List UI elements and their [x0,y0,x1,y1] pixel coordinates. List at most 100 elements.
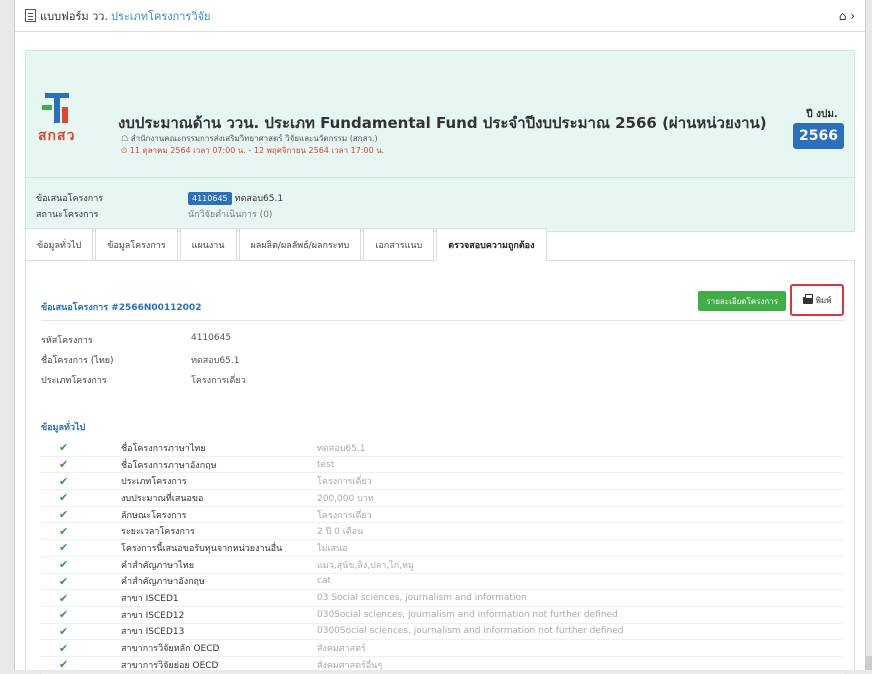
section-title: ข้อมูลทั่วไป [41,420,85,434]
check-icon: ✔ [41,491,121,504]
check-value: 0300Social sciences, journalism and info… [317,626,624,636]
check-label: งบประมาณที่เสนอขอ [121,491,317,505]
tab-general[interactable]: ข้อมูลทั่วไป [25,228,93,260]
fiscal-year-label: ปี งปม. [804,107,840,122]
scrollbar-corner[interactable] [866,656,872,670]
check-value: โครงการเดี่ยว [317,474,372,488]
print-label: พิมพ์ [816,294,832,307]
proposal-id-badge: 4110645 [188,192,232,205]
project-header: สกสว งบประมาณด้าน ววน. ประเภท Fundamenta… [25,50,855,232]
check-label: สาขาการวิจัยหลัก OECD [121,641,317,655]
status-label: สถานะโครงการ [36,207,188,221]
check-row: ✔ประเภทโครงการโครงการเดี่ยว [41,473,844,490]
tab-bar: ข้อมูลทั่วไป ข้อมูลโครงการ แผนงาน ผลผลิต… [25,228,855,261]
check-label: ชื่อโครงการภาษาอังกฤษ [121,458,317,472]
printer-icon [803,297,813,304]
check-row: ✔ชื่อโครงการภาษาไทยทดสอบ65.1 [41,440,844,457]
check-icon: ✔ [41,541,121,554]
check-value: ทดสอบ65.1 [317,441,365,455]
check-value: ไม่เสนอ [317,541,348,555]
check-icon: ✔ [41,658,121,671]
detail-row: รหัสโครงการ 4110645 [41,333,231,347]
proposal-row: ข้อเสนอโครงการ 4110645 ทดสอบ65.1 [36,191,283,205]
home-icon[interactable]: ⌂ › [839,9,855,23]
check-value: 030Social sciences, journalism and infor… [317,610,618,620]
panel-title: ข้อเสนอโครงการ #2566N00112002 [41,300,201,314]
check-label: สาขา ISCED12 [121,608,317,622]
detail-label: รหัสโครงการ [41,333,191,347]
form-title: แบบฟอร์ม วว. [40,7,108,25]
check-row: ✔สาขา ISCED130300Social sciences, journa… [41,624,844,641]
check-value: 2 ปี 0 เดือน [317,524,363,538]
verify-panel: ข้อเสนอโครงการ #2566N00112002 รายละเอียด… [25,261,855,670]
check-label: คำสำคัญภาษาอังกฤษ [121,574,317,588]
check-row: ✔โครงการนี้เสนอขอรับทุนจากหน่วยงานอื่นไม… [41,540,844,557]
header-divider [26,177,854,178]
tab-attachments[interactable]: เอกสารแนบ [363,228,434,260]
check-icon: ✔ [41,608,121,621]
document-icon [25,9,36,22]
check-icon: ✔ [41,575,121,588]
app-frame: แบบฟอร์ม วว. ประเภทโครงการวิจัย ⌂ › สกสว… [14,0,866,670]
tab-plan[interactable]: แผนงาน [180,228,237,260]
proposal-label: ข้อเสนอโครงการ [36,191,188,205]
check-row: ✔สาขาการวิจัยหลัก OECDสังคมศาสตร์ [41,640,844,657]
check-row: ✔ระยะเวลาโครงการ2 ปี 0 เดือน [41,523,844,540]
status-value: นักวิจัยดำเนินการ (0) [188,207,272,221]
check-value: test [317,460,334,470]
check-label: ชื่อโครงการภาษาไทย [121,441,317,455]
check-label: สาขา ISCED1 [121,591,317,605]
check-icon: ✔ [41,642,121,655]
detail-label: ชื่อโครงการ (ไทย) [41,353,191,367]
check-value: โครงการเดี่ยว [317,508,372,522]
check-row: ✔สาขาการวิจัยย่อย OECDสังคมศาสตร์อื่นๆ [41,657,844,674]
detail-row: ชื่อโครงการ (ไทย) ทดสอบ65.1 [41,353,239,367]
logo-mark [42,93,72,123]
status-row: สถานะโครงการ นักวิจัยดำเนินการ (0) [36,207,272,221]
check-label: สาขา ISCED13 [121,624,317,638]
check-icon: ✔ [41,458,121,471]
fiscal-year-badge: 2566 [793,123,844,149]
check-value: cat [317,576,331,586]
check-icon: ✔ [41,625,121,638]
top-bar: แบบฟอร์ม วว. ประเภทโครงการวิจัย ⌂ › [15,0,865,32]
check-value: 03 Social sciences, journalism and infor… [317,593,527,603]
check-icon: ✔ [41,475,121,488]
detail-value: 4110645 [191,333,231,347]
check-label: ระยะเวลาโครงการ [121,524,317,538]
check-label: คำสำคัญภาษาไทย [121,558,317,572]
call-period: ⏲ 11 ตุลาคม 2564 เวลา 07:00 น. - 12 พฤศจ… [121,144,384,157]
print-button[interactable]: พิมพ์ [790,284,844,316]
check-row: ✔ลักษณะโครงการโครงการเดี่ยว [41,507,844,524]
project-details-button[interactable]: รายละเอียดโครงการ [698,291,786,311]
proposal-name: ทดสอบ65.1 [235,191,283,205]
tsri-logo: สกสว [38,93,78,151]
check-value: สังคมศาสตร์ [317,641,366,655]
detail-row: ประเภทโครงการ โครงการเดี่ยว [41,373,246,387]
check-icon: ✔ [41,441,121,454]
check-row: ✔สาขา ISCED12030Social sciences, journal… [41,607,844,624]
check-icon: ✔ [41,592,121,605]
breadcrumb-link[interactable]: ประเภทโครงการวิจัย [111,7,210,25]
check-label: ลักษณะโครงการ [121,508,317,522]
check-row: ✔คำสำคัญภาษาไทยแมว,สุนัข,ลิง,ปลา,ไก่,หมู [41,557,844,574]
tab-outputs[interactable]: ผลผลิต/ผลลัพธ์/ผลกระทบ [239,228,362,260]
check-label: โครงการนี้เสนอขอรับทุนจากหน่วยงานอื่น [121,541,317,555]
check-row: ✔สาขา ISCED103 Social sciences, journali… [41,590,844,607]
panel-header: ข้อเสนอโครงการ #2566N00112002 รายละเอียด… [41,291,844,321]
check-value: แมว,สุนัข,ลิง,ปลา,ไก่,หมู [317,558,414,572]
tab-project-info[interactable]: ข้อมูลโครงการ [95,228,177,260]
check-icon: ✔ [41,508,121,521]
check-icon: ✔ [41,525,121,538]
check-row: ✔คำสำคัญภาษาอังกฤษcat [41,574,844,591]
detail-value: ทดสอบ65.1 [191,353,239,367]
check-label: ประเภทโครงการ [121,474,317,488]
tab-verify[interactable]: ตรวจสอบความถูกต้อง [436,228,546,261]
check-list: ✔ชื่อโครงการภาษาไทยทดสอบ65.1 ✔ชื่อโครงกา… [41,440,844,674]
logo-text: สกสว [38,125,78,147]
detail-value: โครงการเดี่ยว [191,373,246,387]
check-row: ✔งบประมาณที่เสนอขอ200,000 บาท [41,490,844,507]
check-icon: ✔ [41,558,121,571]
detail-label: ประเภทโครงการ [41,373,191,387]
check-value: 200,000 บาท [317,491,374,505]
